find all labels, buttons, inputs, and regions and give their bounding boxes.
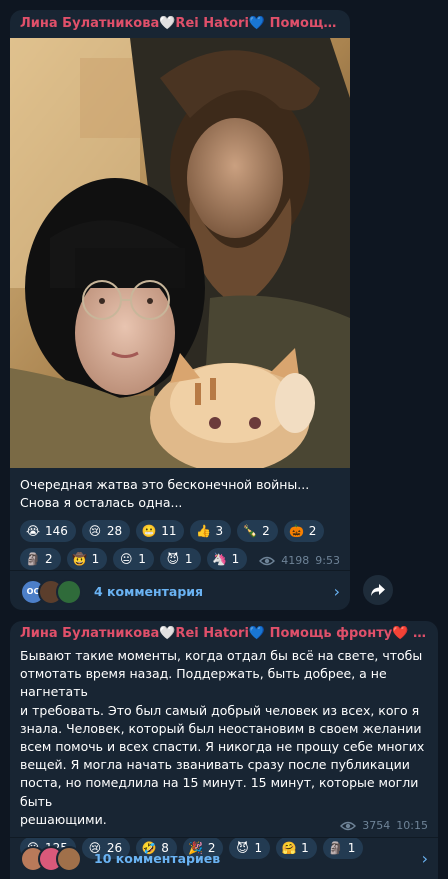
reaction-count: 1 [231,552,240,567]
post-text-line: поста, но помедлила на 15 минут. 15 мину… [20,775,419,809]
chevron-right-icon: › [333,582,340,601]
comments-label: 4 комментария [94,584,204,599]
reaction-unicorn[interactable]: 🦄 1 [206,548,248,571]
thumbs-up-icon: 👍 [195,524,211,539]
unicorn-icon: 🦄 [212,552,228,567]
post-meta: 4198 9:53 [259,554,340,567]
post-text-line: отмотать время назад. Поддержать, быть д… [20,666,387,700]
reaction-pumpkin[interactable]: 🎃 2 [283,520,325,543]
sad-face-icon: 😢 [88,524,102,539]
reaction-count: 2 [45,552,53,567]
eye-icon [340,821,357,830]
post-text-line: всем помочь и всех спасти. Я никогда не … [20,739,425,755]
comments-label: 10 комментариев [94,851,221,866]
channel-post: Лина Булатникова🤍Rei Hatori💙 Помощь фр..… [10,10,350,610]
commenter-avatars: ОС [20,578,82,605]
post-photo[interactable] [10,38,350,468]
face-with-hat-icon: 🤠 [72,552,88,567]
commenter-avatars [20,845,82,872]
devil-face-icon: 😈 [166,552,180,567]
reaction-count: 1 [91,552,100,567]
post-text-line: Снова я осталась одна... [20,495,183,511]
view-count: 4198 [281,554,310,567]
channel-post: Лина Булатникова🤍Rei Hatori💙 Помощь фрон… [10,621,438,879]
post-text-line: знала. Человек, который был неостановим … [20,720,422,736]
post-author[interactable]: Лина Булатникова🤍Rei Hatori💙 Помощь фр..… [10,10,350,38]
post-text-line: Очередная жатва это бесконечной войны... [20,477,310,492]
chevron-right-icon: › [421,849,428,868]
avatar [56,578,82,605]
reaction-grimacing[interactable]: 😬 11 [136,520,185,543]
reaction-count: 1 [138,552,146,567]
reaction-thumbs-up[interactable]: 👍 3 [190,520,232,543]
reaction-devil[interactable]: 😈 1 [159,548,201,571]
comments-button[interactable]: ОС 4 комментария › [10,570,350,610]
comments-button[interactable]: 10 комментариев › [10,837,438,879]
champagne-icon: 🍾 [242,524,258,539]
reaction-count: 3 [215,524,224,539]
post-time: 10:15 [396,819,428,832]
post-time: 9:53 [315,554,340,567]
post-meta: 3754 10:15 [340,819,428,832]
reaction-count: 28 [106,524,123,539]
reaction-champagne[interactable]: 🍾 2 [237,520,278,543]
eye-icon [259,556,276,565]
share-button[interactable] [363,575,393,605]
reaction-count: 11 [161,524,177,539]
reaction-moai[interactable]: 🗿 2 [20,548,61,571]
moai-icon: 🗿 [25,552,41,567]
view-count: 3754 [362,819,391,832]
reaction-crying[interactable]: 😭 146 [20,520,76,543]
post-text-line: вещей. Я могла начать званивать сразу по… [20,757,410,773]
neutral-face-icon: 😐 [120,552,133,567]
reaction-count: 2 [262,524,270,539]
avatar [56,845,82,872]
grimacing-face-icon: 😬 [141,524,157,539]
pumpkin-icon: 🎃 [289,524,305,539]
reaction-count: 2 [308,524,317,539]
share-arrow-icon [371,584,385,596]
reaction-face-with-hat[interactable]: 🤠 1 [66,548,108,571]
reaction-count: 146 [45,524,68,539]
post-text-line: Бывают такие моменты, когда отдал бы всё… [20,648,423,663]
reaction-neutral[interactable]: 😐 1 [113,548,154,571]
post-author[interactable]: Лина Булатникова🤍Rei Hatori💙 Помощь фрон… [10,621,438,647]
reaction-sad[interactable]: 😢 28 [81,520,131,543]
post-text: Бывают такие моменты, когда отдал бы всё… [10,647,438,829]
crying-face-icon: 😭 [25,524,41,539]
post-text: Очередная жатва это бесконечной войны...… [10,476,350,512]
post-text-line: и требовать. Это был самый добрый челове… [20,702,420,718]
reaction-count: 1 [184,552,193,567]
